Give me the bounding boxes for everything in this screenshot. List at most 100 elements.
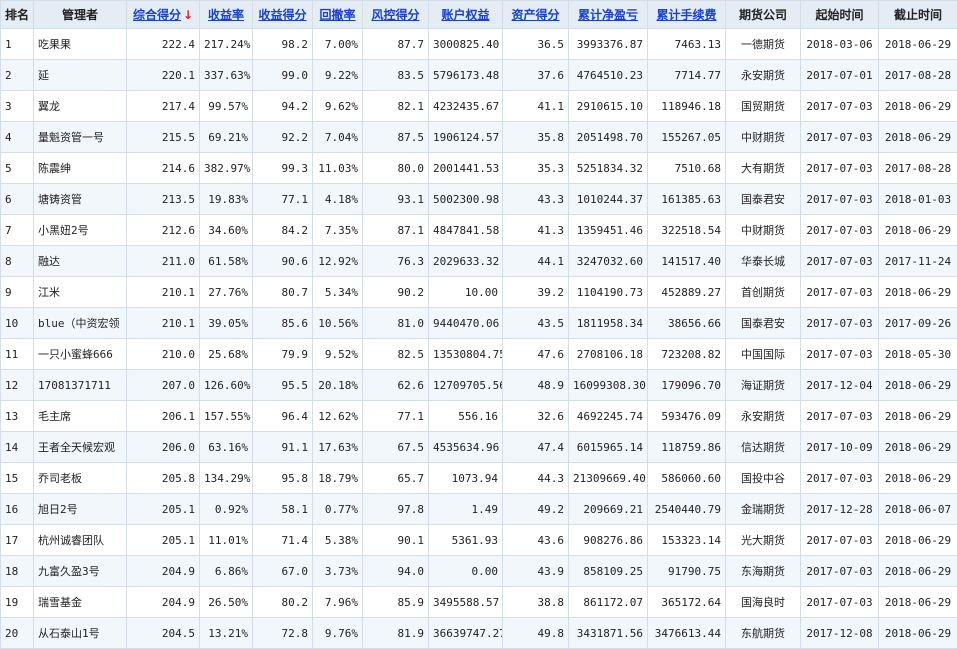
cell-broker: 永安期货 <box>726 60 801 91</box>
cell-rank: 9 <box>1 277 34 308</box>
cell-risk-score: 77.1 <box>363 401 429 432</box>
cell-manager: 一只小蜜蜂666 <box>34 339 127 370</box>
cell-manager: 瑞雪基金 <box>34 587 127 618</box>
cell-fees: 91790.75 <box>648 556 726 587</box>
cell-equity: 5002300.98 <box>429 184 503 215</box>
cell-net-profit: 16099308.30 <box>569 370 648 401</box>
cell-fees: 593476.09 <box>648 401 726 432</box>
cell-drawdown: 12.62% <box>313 401 363 432</box>
table-row: 1吃果果222.4217.24%98.27.00%87.73000825.403… <box>1 29 957 60</box>
header-broker: 期货公司 <box>726 1 801 29</box>
cell-asset-score: 32.6 <box>503 401 569 432</box>
header-equity[interactable]: 账户权益 <box>429 1 503 29</box>
cell-asset-score: 35.8 <box>503 122 569 153</box>
cell-equity: 1073.94 <box>429 463 503 494</box>
cell-end-date: 2018-06-29 <box>879 401 957 432</box>
cell-end-date: 2018-06-29 <box>879 29 957 60</box>
table-row: 10blue（中资宏领210.139.05%85.610.56%81.09440… <box>1 308 957 339</box>
cell-net-profit: 2910615.10 <box>569 91 648 122</box>
cell-return-score: 91.1 <box>253 432 313 463</box>
cell-manager: 吃果果 <box>34 29 127 60</box>
cell-broker: 信达期货 <box>726 432 801 463</box>
cell-return-score: 92.2 <box>253 122 313 153</box>
cell-return-score: 94.2 <box>253 91 313 122</box>
table-row: 6塘铸资管213.519.83%77.14.18%93.15002300.984… <box>1 184 957 215</box>
cell-equity: 10.00 <box>429 277 503 308</box>
cell-asset-score: 47.4 <box>503 432 569 463</box>
cell-end-date: 2018-06-29 <box>879 525 957 556</box>
cell-manager: 王者全天候宏观 <box>34 432 127 463</box>
cell-manager: 江米 <box>34 277 127 308</box>
cell-drawdown: 3.73% <box>313 556 363 587</box>
cell-return-score: 72.8 <box>253 618 313 649</box>
cell-rank: 19 <box>1 587 34 618</box>
cell-rank: 20 <box>1 618 34 649</box>
cell-asset-score: 37.6 <box>503 60 569 91</box>
cell-asset-score: 44.1 <box>503 246 569 277</box>
cell-composite-score: 214.6 <box>127 153 200 184</box>
cell-return-rate: 217.24% <box>200 29 253 60</box>
cell-return-score: 95.5 <box>253 370 313 401</box>
header-drawdown[interactable]: 回撤率 <box>313 1 363 29</box>
cell-rank: 6 <box>1 184 34 215</box>
header-return-score[interactable]: 收益得分 <box>253 1 313 29</box>
cell-broker: 华泰长城 <box>726 246 801 277</box>
cell-return-rate: 19.83% <box>200 184 253 215</box>
cell-manager: 九富久盈3号 <box>34 556 127 587</box>
cell-start-date: 2017-07-03 <box>801 556 879 587</box>
cell-end-date: 2018-06-07 <box>879 494 957 525</box>
header-asset-score[interactable]: 资产得分 <box>503 1 569 29</box>
cell-return-rate: 13.21% <box>200 618 253 649</box>
cell-fees: 452889.27 <box>648 277 726 308</box>
header-rank: 排名 <box>1 1 34 29</box>
cell-risk-score: 87.1 <box>363 215 429 246</box>
cell-broker: 中国国际 <box>726 339 801 370</box>
cell-composite-score: 210.0 <box>127 339 200 370</box>
cell-drawdown: 12.92% <box>313 246 363 277</box>
cell-asset-score: 39.2 <box>503 277 569 308</box>
cell-return-rate: 382.97% <box>200 153 253 184</box>
cell-equity: 12709705.56 <box>429 370 503 401</box>
cell-net-profit: 3247032.60 <box>569 246 648 277</box>
cell-risk-score: 67.5 <box>363 432 429 463</box>
cell-return-score: 96.4 <box>253 401 313 432</box>
table-row: 18九富久盈3号204.96.86%67.03.73%94.00.0043.98… <box>1 556 957 587</box>
header-return-rate[interactable]: 收益率 <box>200 1 253 29</box>
table-row: 2延220.1337.63%99.09.22%83.55796173.4837.… <box>1 60 957 91</box>
cell-net-profit: 1104190.73 <box>569 277 648 308</box>
cell-composite-score: 210.1 <box>127 308 200 339</box>
header-fees[interactable]: 累计手续费 <box>648 1 726 29</box>
cell-equity: 4232435.67 <box>429 91 503 122</box>
header-net-profit[interactable]: 累计净盈亏 <box>569 1 648 29</box>
cell-risk-score: 82.5 <box>363 339 429 370</box>
cell-risk-score: 93.1 <box>363 184 429 215</box>
cell-drawdown: 7.96% <box>313 587 363 618</box>
cell-broker: 国投中谷 <box>726 463 801 494</box>
cell-broker: 国泰君安 <box>726 308 801 339</box>
header-composite-score[interactable]: 综合得分↓ <box>127 1 200 29</box>
cell-net-profit: 209669.21 <box>569 494 648 525</box>
cell-composite-score: 206.1 <box>127 401 200 432</box>
cell-risk-score: 81.9 <box>363 618 429 649</box>
cell-equity: 1906124.57 <box>429 122 503 153</box>
cell-risk-score: 83.5 <box>363 60 429 91</box>
cell-end-date: 2018-06-29 <box>879 463 957 494</box>
cell-risk-score: 94.0 <box>363 556 429 587</box>
table-row: 13毛主席206.1157.55%96.412.62%77.1556.1632.… <box>1 401 957 432</box>
cell-manager: 延 <box>34 60 127 91</box>
cell-manager: 从石泰山1号 <box>34 618 127 649</box>
cell-start-date: 2017-07-03 <box>801 308 879 339</box>
cell-fees: 161385.63 <box>648 184 726 215</box>
cell-risk-score: 97.8 <box>363 494 429 525</box>
cell-fees: 118946.18 <box>648 91 726 122</box>
cell-net-profit: 1359451.46 <box>569 215 648 246</box>
cell-composite-score: 213.5 <box>127 184 200 215</box>
cell-broker: 一德期货 <box>726 29 801 60</box>
cell-manager: 小黑妞2号 <box>34 215 127 246</box>
header-risk-score[interactable]: 风控得分 <box>363 1 429 29</box>
cell-end-date: 2018-06-29 <box>879 587 957 618</box>
cell-return-score: 99.3 <box>253 153 313 184</box>
cell-manager: 杭州诚睿团队 <box>34 525 127 556</box>
cell-rank: 16 <box>1 494 34 525</box>
cell-composite-score: 205.1 <box>127 525 200 556</box>
